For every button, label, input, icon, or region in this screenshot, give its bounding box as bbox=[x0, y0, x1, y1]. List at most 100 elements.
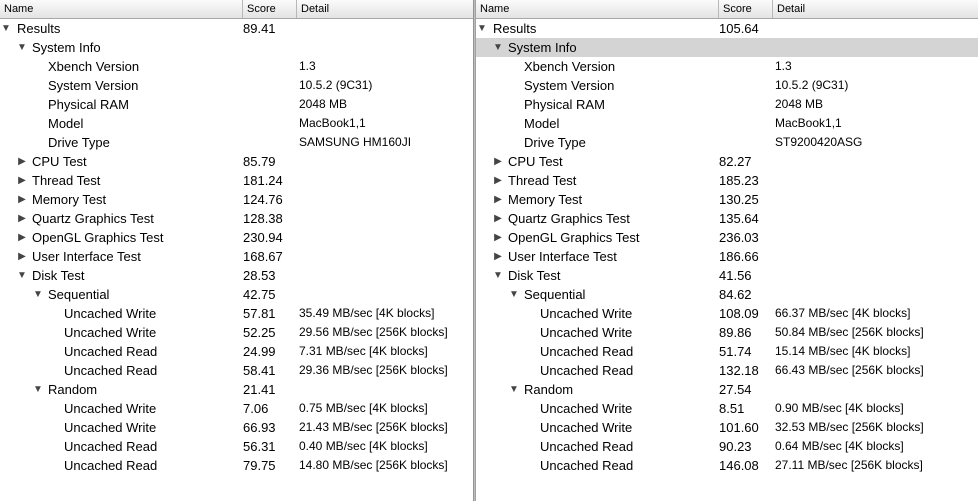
outline-row[interactable]: ▼ Random 27.54 bbox=[476, 380, 978, 399]
disclosure-triangle-open-icon[interactable]: ▼ bbox=[16, 266, 28, 285]
row-detail: MacBook1,1 bbox=[775, 116, 842, 130]
outline-row[interactable]: ▶ Memory Test 130.25 bbox=[476, 190, 978, 209]
disclosure-triangle-open-icon[interactable]: ▼ bbox=[32, 285, 44, 304]
row-detail: ST9200420ASG bbox=[775, 135, 863, 149]
outline-row[interactable]: Uncached Write 7.06 0.75 MB/sec [4K blocks… bbox=[0, 399, 473, 418]
disclosure-triangle-open-icon[interactable]: ▼ bbox=[508, 285, 520, 304]
disclosure-triangle-closed-icon[interactable]: ▶ bbox=[16, 190, 28, 209]
outline-row[interactable]: ▼ Random 21.41 bbox=[0, 380, 473, 399]
row-name: System Info bbox=[508, 40, 577, 55]
column-header-detail[interactable]: Detail bbox=[772, 0, 978, 18]
outline-row[interactable]: Uncached Read 51.74 15.14 MB/sec [4K block… bbox=[476, 342, 978, 361]
outline-row[interactable]: Uncached Read 56.31 0.40 MB/sec [4K blocks… bbox=[0, 437, 473, 456]
disclosure-triangle-closed-icon[interactable]: ▶ bbox=[492, 247, 504, 266]
outline-row[interactable]: Uncached Write 66.93 21.43 MB/sec [256K bl… bbox=[0, 418, 473, 437]
row-detail: 10.5.2 (9C31) bbox=[775, 78, 849, 92]
disclosure-triangle-open-icon[interactable]: ▼ bbox=[476, 19, 488, 38]
outline-row[interactable]: Xbench Version 1.3 bbox=[476, 57, 978, 76]
row-score: 236.03 bbox=[719, 230, 759, 245]
row-detail: 21.43 MB/sec [256K blocks] bbox=[299, 420, 448, 434]
outline-row[interactable]: ▶ Thread Test 181.24 bbox=[0, 171, 473, 190]
disclosure-triangle-closed-icon[interactable]: ▶ bbox=[492, 209, 504, 228]
disclosure-triangle-open-icon[interactable]: ▼ bbox=[32, 380, 44, 399]
row-detail: 50.84 MB/sec [256K blocks] bbox=[775, 325, 924, 339]
disclosure-triangle-closed-icon[interactable]: ▶ bbox=[492, 228, 504, 247]
outline-row[interactable]: Uncached Write 8.51 0.90 MB/sec [4K blocks… bbox=[476, 399, 978, 418]
column-header-name[interactable]: Name bbox=[0, 0, 242, 18]
disclosure-triangle-open-icon[interactable]: ▼ bbox=[492, 38, 504, 57]
outline-row[interactable]: Physical RAM 2048 MB bbox=[476, 95, 978, 114]
row-detail: 32.53 MB/sec [256K blocks] bbox=[775, 420, 924, 434]
outline-row[interactable]: Uncached Read 146.08 27.11 MB/sec [256K bl… bbox=[476, 456, 978, 475]
disclosure-triangle-closed-icon[interactable]: ▶ bbox=[16, 228, 28, 247]
row-name: Uncached Read bbox=[64, 363, 158, 378]
outline-row[interactable]: Xbench Version 1.3 bbox=[0, 57, 473, 76]
column-header: Name Score Detail bbox=[476, 0, 978, 19]
column-header-detail[interactable]: Detail bbox=[296, 0, 473, 18]
row-detail: 0.75 MB/sec [4K blocks] bbox=[299, 401, 428, 415]
disclosure-triangle-closed-icon[interactable]: ▶ bbox=[492, 171, 504, 190]
outline-row[interactable]: Physical RAM 2048 MB bbox=[0, 95, 473, 114]
outline-row[interactable]: ▼ Disk Test 41.56 bbox=[476, 266, 978, 285]
outline-row[interactable]: Uncached Read 90.23 0.64 MB/sec [4K blocks… bbox=[476, 437, 978, 456]
row-detail: 29.56 MB/sec [256K blocks] bbox=[299, 325, 448, 339]
outline-row[interactable]: ▶ Thread Test 185.23 bbox=[476, 171, 978, 190]
row-name: Uncached Write bbox=[64, 325, 157, 340]
row-detail: 66.43 MB/sec [256K blocks] bbox=[775, 363, 924, 377]
outline-row[interactable]: Uncached Write 101.60 32.53 MB/sec [256K b… bbox=[476, 418, 978, 437]
outline-row[interactable]: Uncached Read 58.41 29.36 MB/sec [256K blo… bbox=[0, 361, 473, 380]
outline-row[interactable]: ▼ Disk Test 28.53 bbox=[0, 266, 473, 285]
row-name: Drive Type bbox=[524, 135, 586, 150]
disclosure-triangle-open-icon[interactable]: ▼ bbox=[0, 19, 12, 38]
disclosure-triangle-open-icon[interactable]: ▼ bbox=[508, 380, 520, 399]
row-score: 51.74 bbox=[719, 344, 752, 359]
row-score: 128.38 bbox=[243, 211, 283, 226]
outline-row[interactable]: ▶ Quartz Graphics Test 135.64 bbox=[476, 209, 978, 228]
disclosure-triangle-open-icon[interactable]: ▼ bbox=[16, 38, 28, 57]
outline-row[interactable]: Model MacBook1,1 bbox=[0, 114, 473, 133]
row-score: 89.86 bbox=[719, 325, 752, 340]
outline-row[interactable]: ▶ OpenGL Graphics Test 236.03 bbox=[476, 228, 978, 247]
outline-row[interactable]: Drive Type SAMSUNG HM160JI bbox=[0, 133, 473, 152]
outline-row[interactable]: ▼ Sequential 42.75 bbox=[0, 285, 473, 304]
column-header-name[interactable]: Name bbox=[476, 0, 718, 18]
outline-row[interactable]: Drive Type ST9200420ASG bbox=[476, 133, 978, 152]
disclosure-triangle-closed-icon[interactable]: ▶ bbox=[16, 152, 28, 171]
disclosure-triangle-open-icon[interactable]: ▼ bbox=[492, 266, 504, 285]
disclosure-triangle-closed-icon[interactable]: ▶ bbox=[16, 209, 28, 228]
outline-row[interactable]: ▼ Results 89.41 bbox=[0, 19, 473, 38]
outline-row[interactable]: Uncached Write 57.81 35.49 MB/sec [4K bloc… bbox=[0, 304, 473, 323]
outline-row[interactable]: ▶ CPU Test 85.79 bbox=[0, 152, 473, 171]
outline-row[interactable]: ▶ User Interface Test 168.67 bbox=[0, 247, 473, 266]
disclosure-triangle-closed-icon[interactable]: ▶ bbox=[492, 152, 504, 171]
row-score: 90.23 bbox=[719, 439, 752, 454]
disclosure-triangle-closed-icon[interactable]: ▶ bbox=[16, 171, 28, 190]
outline-row[interactable]: ▶ OpenGL Graphics Test 230.94 bbox=[0, 228, 473, 247]
column-header-score[interactable]: Score bbox=[242, 0, 296, 18]
outline-row[interactable]: Uncached Write 108.09 66.37 MB/sec [4K blo… bbox=[476, 304, 978, 323]
row-name: Uncached Write bbox=[540, 420, 633, 435]
outline-row[interactable]: ▼ System Info bbox=[0, 38, 473, 57]
outline-row[interactable]: System Version 10.5.2 (9C31) bbox=[0, 76, 473, 95]
results-outline-left: Name Score Detail ▼ Results 89.41 ▼ System I… bbox=[0, 0, 473, 501]
disclosure-triangle-closed-icon[interactable]: ▶ bbox=[492, 190, 504, 209]
row-name: Uncached Read bbox=[540, 458, 634, 473]
outline-row[interactable]: ▶ Quartz Graphics Test 128.38 bbox=[0, 209, 473, 228]
outline-row[interactable]: ▼ System Info bbox=[476, 38, 978, 57]
outline-row[interactable]: Uncached Read 132.18 66.43 MB/sec [256K bl… bbox=[476, 361, 978, 380]
outline-row[interactable]: ▶ Memory Test 124.76 bbox=[0, 190, 473, 209]
outline-row[interactable]: ▼ Sequential 84.62 bbox=[476, 285, 978, 304]
outline-row[interactable]: System Version 10.5.2 (9C31) bbox=[476, 76, 978, 95]
outline-row[interactable]: Model MacBook1,1 bbox=[476, 114, 978, 133]
outline-row[interactable]: Uncached Read 24.99 7.31 MB/sec [4K blocks… bbox=[0, 342, 473, 361]
row-score: 135.64 bbox=[719, 211, 759, 226]
outline-row[interactable]: ▼ Results 105.64 bbox=[476, 19, 978, 38]
outline-row[interactable]: Uncached Write 52.25 29.56 MB/sec [256K bl… bbox=[0, 323, 473, 342]
outline-row[interactable]: Uncached Write 89.86 50.84 MB/sec [256K bl… bbox=[476, 323, 978, 342]
outline-row[interactable]: ▶ CPU Test 82.27 bbox=[476, 152, 978, 171]
outline-row[interactable]: Uncached Read 79.75 14.80 MB/sec [256K blo… bbox=[0, 456, 473, 475]
column-header-score[interactable]: Score bbox=[718, 0, 772, 18]
disclosure-triangle-closed-icon[interactable]: ▶ bbox=[16, 247, 28, 266]
row-name: User Interface Test bbox=[32, 249, 141, 264]
outline-row[interactable]: ▶ User Interface Test 186.66 bbox=[476, 247, 978, 266]
